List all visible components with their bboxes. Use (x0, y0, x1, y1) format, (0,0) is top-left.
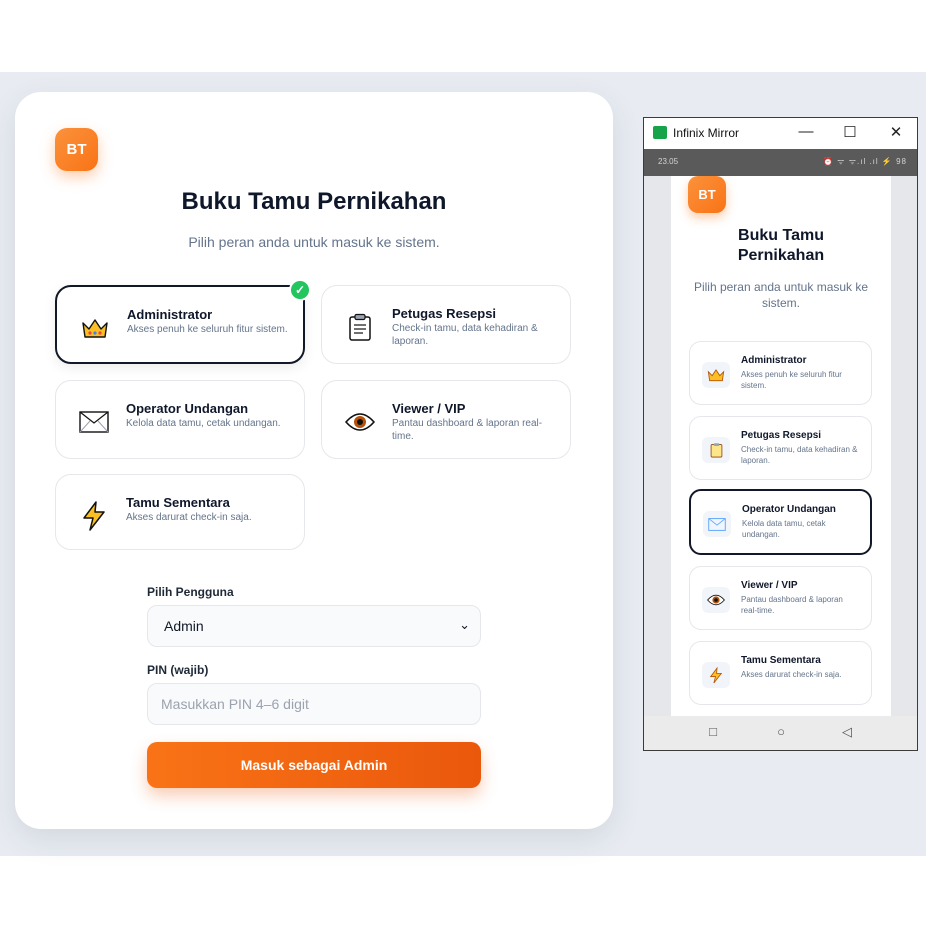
status-time: 23.05 (658, 157, 679, 166)
role-description: Pantau dashboard & laporan real-time. (392, 418, 543, 442)
user-select[interactable]: Admin ⌄ (147, 605, 481, 647)
role-card-tamu-sementara[interactable]: Tamu Sementara Akses darurat check-in sa… (55, 474, 305, 550)
minimize-icon[interactable]: — (796, 123, 816, 140)
close-icon[interactable]: ✕ (886, 123, 906, 141)
eye-icon (340, 407, 380, 437)
envelope-icon (74, 407, 114, 437)
role-description: Akses darurat check-in saja. (126, 512, 252, 523)
check-icon: ✓ (289, 279, 311, 301)
login-card: BT Buku Tamu Pernikahan Pilih peran anda… (15, 92, 613, 829)
window-titlebar[interactable]: Infinix Mirror — ☐ ✕ (644, 118, 917, 149)
role-description: Kelola data tamu, cetak undangan. (742, 519, 826, 539)
role-title: Operator Undangan (126, 401, 249, 416)
eye-icon (702, 587, 730, 613)
crown-icon (702, 362, 730, 388)
role-title: Viewer / VIP (741, 580, 798, 591)
lightning-icon (74, 501, 114, 531)
crown-icon (75, 313, 115, 343)
mirror-window: Infinix Mirror — ☐ ✕ 23.05 ⏰ ᯤ ᯤ.ıl .ıl … (643, 117, 918, 751)
pin-placeholder: Masukkan PIN 4–6 digit (161, 696, 309, 712)
app-icon (653, 126, 667, 139)
role-title: Administrator (127, 307, 213, 322)
phone-role-operator-undangan[interactable]: Operator Undangan Kelola data tamu, ceta… (689, 489, 872, 555)
role-title: Viewer / VIP (392, 401, 466, 416)
role-description: Check-in tamu, data kehadiran & laporan. (741, 445, 858, 465)
phone-app-logo: BT (688, 176, 726, 213)
app-logo: BT (55, 128, 98, 171)
phone-screen: BT Buku Tamu Pernikahan Pilih peran anda… (644, 176, 917, 716)
role-card-viewer-vip[interactable]: Viewer / VIP Pantau dashboard & laporan … (321, 380, 571, 459)
recent-apps-icon[interactable]: □ (703, 724, 723, 739)
phone-subtitle: Pilih peran anda untuk masuk ke sistem. (693, 280, 869, 310)
phone-login-card: BT Buku Tamu Pernikahan Pilih peran anda… (671, 176, 891, 716)
phone-role-tamu-sementara[interactable]: Tamu Sementara Akses darurat check-in sa… (689, 641, 872, 705)
phone-title: Buku Tamu Pernikahan (737, 227, 825, 264)
role-title: Operator Undangan (742, 504, 836, 515)
lightning-icon (702, 662, 730, 688)
role-description: Kelola data tamu, cetak undangan. (126, 418, 281, 429)
user-select-value: Admin (164, 618, 204, 634)
page-subtitle: Pilih peran anda untuk masuk ke sistem. (188, 234, 440, 250)
role-description: Check-in tamu, data kehadiran & laporan. (392, 323, 538, 347)
clipboard-icon (702, 437, 730, 463)
user-select-label: Pilih Pengguna (147, 585, 234, 599)
role-title: Tamu Sementara (126, 495, 230, 510)
login-button[interactable]: Masuk sebagai Admin (147, 742, 481, 788)
home-icon[interactable]: ○ (771, 724, 791, 739)
role-title: Petugas Resepsi (741, 430, 822, 441)
envelope-icon (703, 511, 731, 537)
pin-label: PIN (wajib) (147, 663, 209, 677)
role-card-administrator[interactable]: Administrator Akses penuh ke seluruh fit… (55, 279, 311, 364)
chevron-down-icon: ⌄ (459, 617, 470, 632)
role-card-operator-undangan[interactable]: Operator Undangan Kelola data tamu, ceta… (55, 380, 305, 459)
back-icon[interactable]: ◁ (837, 724, 857, 740)
role-description: Pantau dashboard & laporan real-time. (741, 595, 843, 615)
page-title: Buku Tamu Pernikahan (181, 188, 447, 215)
phone-role-petugas-resepsi[interactable]: Petugas Resepsi Check-in tamu, data keha… (689, 416, 872, 480)
role-description: Akses penuh ke seluruh fitur sistem. (741, 370, 842, 390)
clipboard-icon (340, 312, 380, 342)
role-title: Tamu Sementara (741, 655, 821, 666)
phone-role-administrator[interactable]: Administrator Akses penuh ke seluruh fit… (689, 341, 872, 405)
phone-status-bar: 23.05 ⏰ ᯤ ᯤ.ıl .ıl ⚡ 98 (644, 149, 917, 176)
phone-nav-bar: □ ○ ◁ (644, 716, 917, 750)
window-title: Infinix Mirror (673, 126, 740, 140)
role-description: Akses penuh ke seluruh fitur sistem. (127, 324, 288, 335)
role-card-petugas-resepsi[interactable]: Petugas Resepsi Check-in tamu, data keha… (321, 285, 571, 364)
maximize-icon[interactable]: ☐ (840, 123, 860, 141)
phone-role-viewer-vip[interactable]: Viewer / VIP Pantau dashboard & laporan … (689, 566, 872, 630)
role-title: Petugas Resepsi (392, 306, 497, 321)
pin-input[interactable]: Masukkan PIN 4–6 digit (147, 683, 481, 725)
role-title: Administrator (741, 355, 807, 366)
role-description: Akses darurat check-in saja. (741, 670, 842, 679)
status-icons: ⏰ ᯤ ᯤ.ıl .ıl ⚡ 98 (823, 157, 907, 166)
